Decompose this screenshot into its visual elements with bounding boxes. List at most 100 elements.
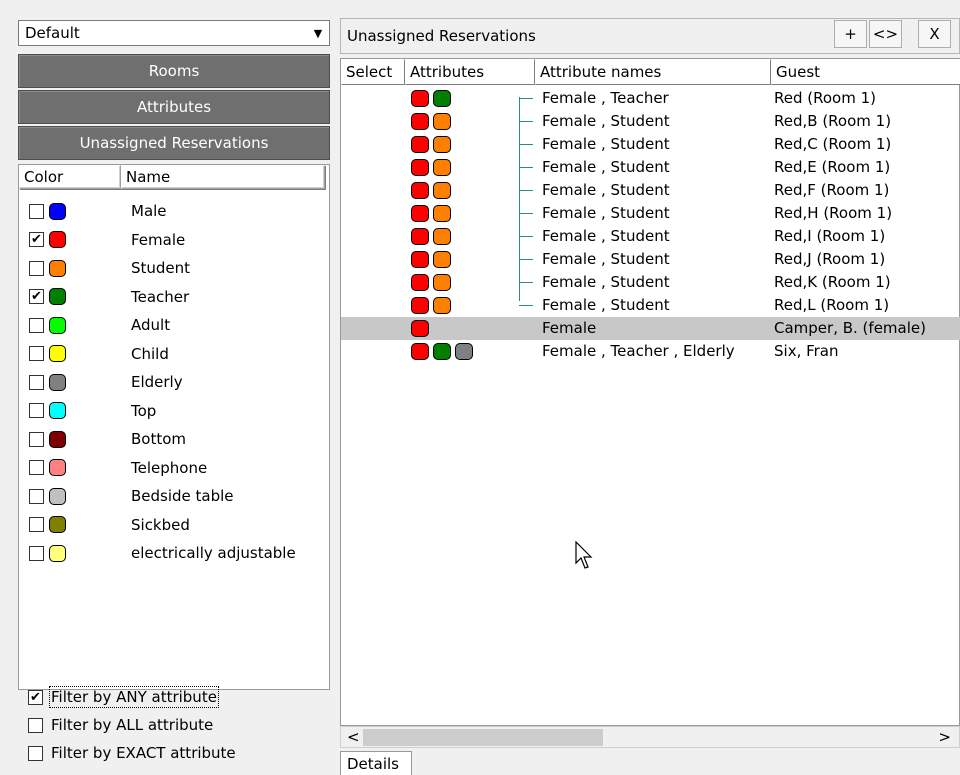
attribute-checkbox[interactable]: ✔ <box>29 232 44 247</box>
attribute-list[interactable]: Color Name Male ✔ Female Student ✔ Teacher Adu… <box>18 164 330 690</box>
section-rooms-label: Rooms <box>148 62 200 80</box>
section-rooms[interactable]: Rooms <box>18 54 330 88</box>
attribute-color-icon <box>433 343 451 360</box>
guest-cell: Red,K (Room 1) <box>774 273 891 291</box>
section-attributes-label: Attributes <box>136 98 212 116</box>
attribute-checkbox[interactable] <box>29 260 44 276</box>
attribute-checkbox[interactable] <box>29 317 44 333</box>
reservation-row[interactable]: Female , Student Red,K (Room 1) <box>341 271 960 294</box>
attribute-row[interactable]: ✔ Female <box>19 226 329 254</box>
attribute-names-cell: Female , Student <box>542 204 670 222</box>
reservation-row[interactable]: Female , Student Red,I (Room 1) <box>341 225 960 248</box>
column-header-name-label: Name <box>126 168 171 186</box>
section-attributes[interactable]: Attributes <box>18 90 330 124</box>
attribute-name: Telephone <box>131 458 208 477</box>
filter-option[interactable]: Filter by ALL attribute <box>28 712 213 738</box>
column-header-attributes[interactable]: Attributes <box>405 59 535 85</box>
attribute-color-icon <box>433 205 451 222</box>
reservation-row[interactable]: Female , Teacher Red (Room 1) <box>341 87 960 110</box>
attribute-checkbox[interactable] <box>29 488 44 504</box>
attribute-color-icon <box>433 90 451 107</box>
reservation-row[interactable]: Female , Student Red,H (Room 1) <box>341 202 960 225</box>
attribute-names-cell: Female , Student <box>542 296 670 314</box>
guest-cell: Red,H (Room 1) <box>774 204 893 222</box>
tree-branch-line <box>519 282 533 283</box>
color-swatch-icon <box>49 373 66 391</box>
guest-cell: Red,C (Room 1) <box>774 135 892 153</box>
filter-option[interactable]: ✔ Filter by ANY attribute <box>28 684 219 710</box>
filter-checkbox[interactable]: ✔ <box>28 689 43 705</box>
attribute-checkbox[interactable] <box>29 431 44 447</box>
reservation-row[interactable]: Female , Student Red,L (Room 1) <box>341 294 960 317</box>
attribute-row[interactable]: Telephone <box>19 454 329 482</box>
horizontal-scrollbar[interactable]: < > <box>340 726 960 748</box>
tab-details[interactable]: Details <box>340 751 412 775</box>
attribute-row[interactable]: electrically adjustable <box>19 539 329 567</box>
attribute-checkbox[interactable] <box>29 403 44 418</box>
scroll-left-icon[interactable]: < <box>347 728 360 746</box>
attribute-checkbox[interactable] <box>29 203 44 219</box>
attribute-row[interactable]: Male <box>19 197 329 225</box>
guest-cell: Red,L (Room 1) <box>774 296 890 314</box>
attribute-checkbox[interactable] <box>29 460 44 475</box>
grid-header: Select Attributes Attribute names Guest <box>341 59 960 85</box>
attribute-checkbox[interactable] <box>29 346 44 361</box>
add-button[interactable]: + <box>834 20 867 48</box>
reservation-row[interactable]: Female Camper, B. (female) <box>341 317 960 340</box>
color-swatch-icon <box>49 345 66 362</box>
attribute-color-icon <box>411 251 429 268</box>
attribute-list-header: Color Name <box>19 165 329 191</box>
attribute-names-cell: Female , Student <box>542 112 670 130</box>
attribute-color-icon <box>433 251 451 268</box>
layout-combo[interactable]: Default ▼ <box>18 20 330 46</box>
color-swatch-icon <box>49 459 66 476</box>
reservation-row[interactable]: Female , Student Red,F (Room 1) <box>341 179 960 202</box>
column-header-guest[interactable]: Guest <box>771 59 960 85</box>
attribute-name: Teacher <box>131 287 190 306</box>
column-header-attribute-names-label: Attribute names <box>540 63 662 81</box>
attribute-checkbox[interactable] <box>29 545 44 561</box>
scrollbar-thumb[interactable] <box>363 729 603 746</box>
attribute-checkbox[interactable] <box>29 517 44 532</box>
attribute-color-icon <box>411 205 429 222</box>
reservation-row[interactable]: Female , Student Red,J (Room 1) <box>341 248 960 271</box>
guest-cell: Red (Room 1) <box>774 89 876 107</box>
attribute-checkbox[interactable]: ✔ <box>29 289 44 304</box>
toggle-button[interactable]: <> <box>869 20 902 48</box>
attribute-names-cell: Female , Student <box>542 158 670 176</box>
attribute-checkbox[interactable] <box>29 374 44 390</box>
attribute-row[interactable]: Child <box>19 340 329 368</box>
attribute-color-icon <box>433 228 451 245</box>
chevron-down-icon[interactable]: ▼ <box>309 23 327 43</box>
attribute-color-icon <box>433 136 451 153</box>
section-unassigned-reservations[interactable]: Unassigned Reservations <box>18 126 330 160</box>
attribute-row[interactable]: Student <box>19 254 329 282</box>
reservation-row[interactable]: Female , Teacher , Elderly Six, Fran <box>341 340 960 363</box>
column-header-select[interactable]: Select <box>341 59 405 85</box>
attribute-row[interactable]: Bottom <box>19 425 329 453</box>
filter-option[interactable]: Filter by EXACT attribute <box>28 740 236 766</box>
attribute-color-icon <box>433 159 451 176</box>
attribute-color-icon <box>433 297 451 314</box>
tree-branch-line <box>519 236 533 237</box>
attribute-row[interactable]: Top <box>19 397 329 425</box>
scroll-right-icon[interactable]: > <box>938 728 951 746</box>
column-header-name[interactable]: Name <box>121 165 325 189</box>
reservation-row[interactable]: Female , Student Red,B (Room 1) <box>341 110 960 133</box>
attribute-row[interactable]: Adult <box>19 311 329 339</box>
filter-checkbox[interactable] <box>28 717 43 733</box>
toggle-button-label: <> <box>872 25 899 43</box>
filter-checkbox[interactable] <box>28 745 43 761</box>
reservation-row[interactable]: Female , Student Red,E (Room 1) <box>341 156 960 179</box>
reservation-row[interactable]: Female , Student Red,C (Room 1) <box>341 133 960 156</box>
attribute-row[interactable]: Sickbed <box>19 511 329 539</box>
reservations-grid[interactable]: Select Attributes Attribute names Guest … <box>340 58 960 726</box>
attribute-row[interactable]: ✔ Teacher <box>19 283 329 311</box>
attribute-row[interactable]: Elderly <box>19 368 329 396</box>
column-header-attribute-names[interactable]: Attribute names <box>535 59 771 85</box>
attribute-row[interactable]: Bedside table <box>19 482 329 510</box>
tree-branch-line <box>519 213 533 214</box>
column-header-color[interactable]: Color <box>19 165 121 189</box>
close-button[interactable]: X <box>918 20 951 48</box>
attribute-color-icon <box>411 320 429 337</box>
